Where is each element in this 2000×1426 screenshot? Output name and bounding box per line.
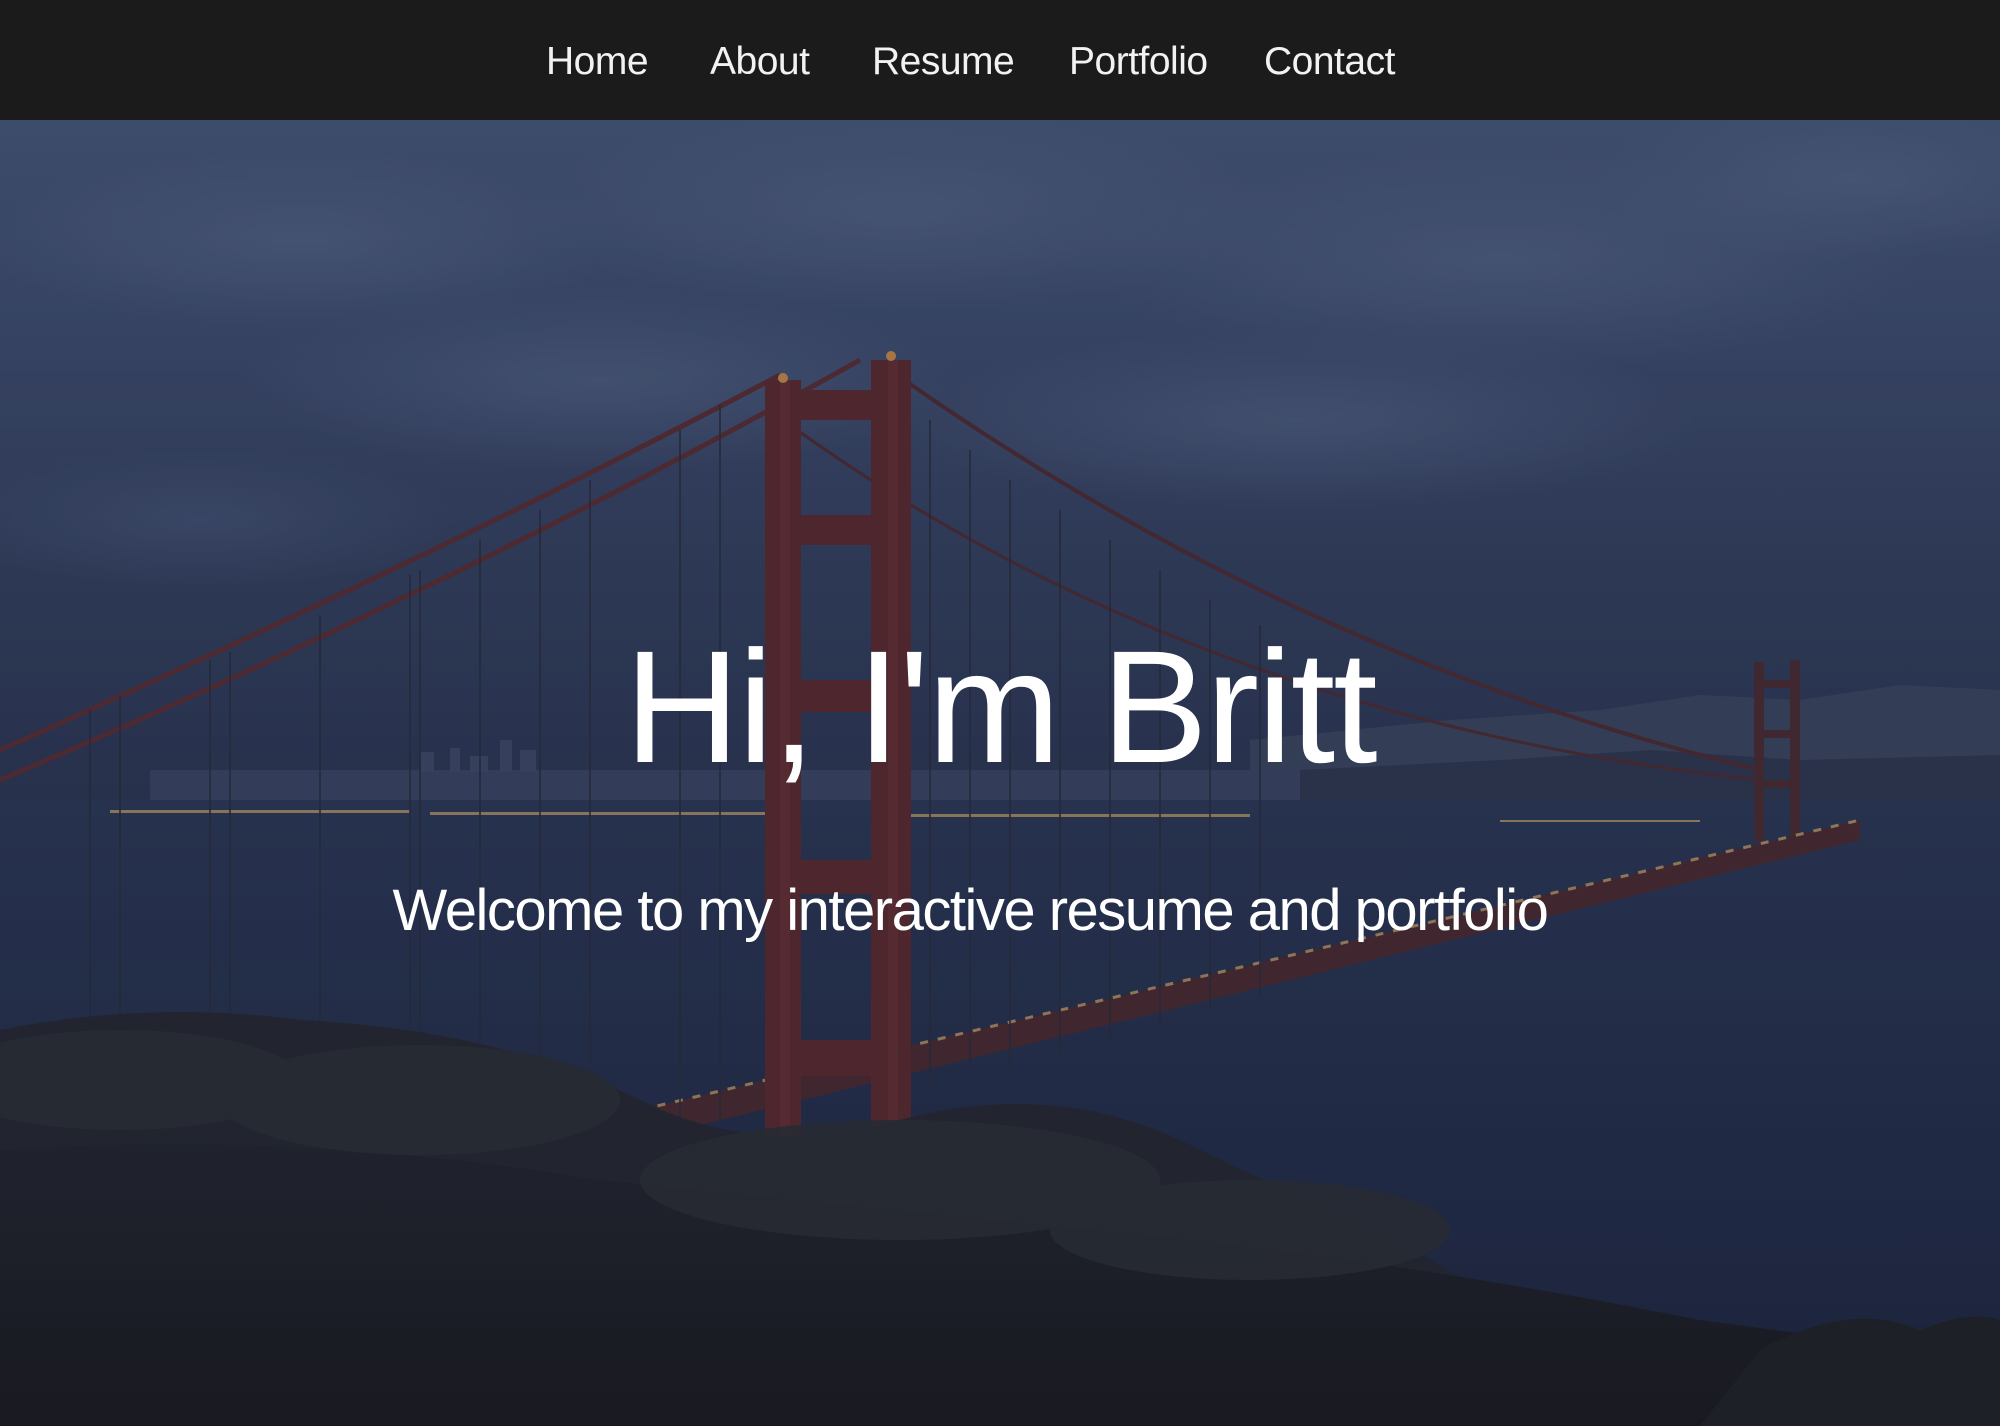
nav-link-portfolio[interactable]: Portfolio bbox=[1069, 0, 1208, 120]
nav-link-resume[interactable]: Resume bbox=[872, 0, 1015, 120]
hero-subtitle: Welcome to my interactive resume and por… bbox=[392, 878, 1549, 943]
hero-section: Hi, I'm Britt Welcome to my interactive … bbox=[0, 120, 2000, 1426]
nav-link-home[interactable]: Home bbox=[546, 0, 649, 120]
nav-link-about[interactable]: About bbox=[710, 0, 810, 120]
nav-link-contact[interactable]: Contact bbox=[1264, 0, 1395, 120]
hero-title: Hi, I'm Britt bbox=[624, 617, 1377, 797]
top-navbar: Home About Resume Portfolio Contact bbox=[0, 0, 2000, 120]
